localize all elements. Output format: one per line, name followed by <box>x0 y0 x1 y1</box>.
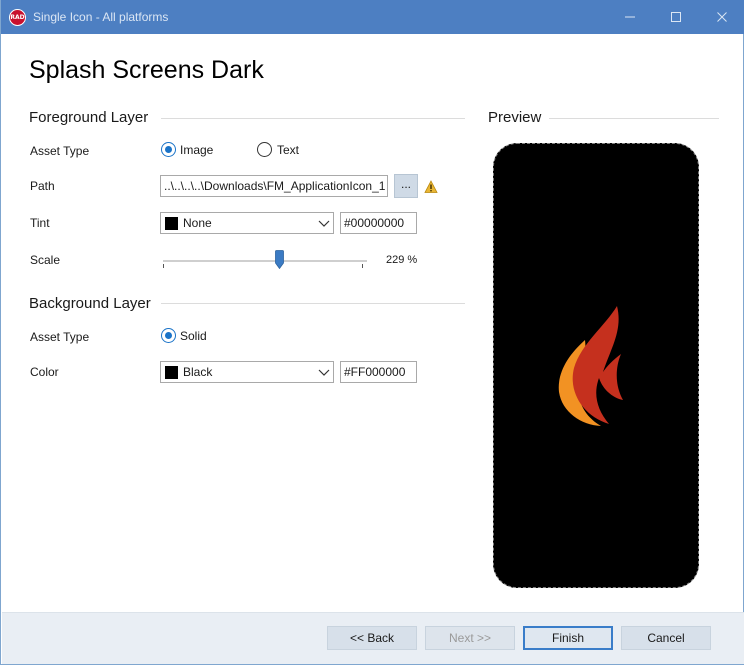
tint-color-swatch <box>165 217 178 230</box>
close-icon <box>717 12 727 22</box>
flame-icon <box>558 306 623 426</box>
scale-value: 229 % <box>386 254 418 266</box>
minimize-button[interactable] <box>607 0 653 34</box>
bg-asset-type-label: Asset Type <box>30 330 90 344</box>
wizard-footer: << Back Next >> Finish Cancel <box>2 612 744 664</box>
bg-color-name: Black <box>183 365 213 379</box>
asset-type-solid-radio[interactable] <box>161 328 176 343</box>
foreground-divider <box>161 118 465 119</box>
asset-type-text-label[interactable]: Text <box>277 143 299 157</box>
chevron-down-icon <box>318 369 330 376</box>
chevron-down-icon <box>318 220 330 227</box>
next-button[interactable]: Next >> <box>425 626 515 650</box>
finish-button[interactable]: Finish <box>523 626 613 650</box>
cancel-button[interactable]: Cancel <box>621 626 711 650</box>
bg-color-dropdown[interactable]: Black <box>160 361 334 383</box>
path-label: Path <box>30 179 55 193</box>
window-title: Single Icon - All platforms <box>33 10 169 24</box>
maximize-button[interactable] <box>653 0 699 34</box>
asset-type-text-radio[interactable] <box>257 142 272 157</box>
back-button[interactable]: << Back <box>327 626 417 650</box>
scale-slider-track[interactable] <box>163 260 367 262</box>
bg-color-swatch <box>165 366 178 379</box>
bg-color-label: Color <box>30 365 59 379</box>
browse-button[interactable]: ... <box>394 174 418 198</box>
tint-hex-input[interactable]: #00000000 <box>340 212 417 234</box>
warning-icon <box>424 180 438 193</box>
foreground-layer-header: Foreground Layer <box>29 109 149 126</box>
minimize-icon <box>625 16 635 18</box>
fg-asset-type-label: Asset Type <box>30 144 90 158</box>
scale-tick-start <box>163 264 164 268</box>
scale-slider-thumb[interactable] <box>274 250 284 269</box>
tint-label: Tint <box>30 216 50 230</box>
app-icon: RAD <box>9 9 26 26</box>
title-bar[interactable]: RAD Single Icon - All platforms <box>1 0 744 34</box>
wizard-window: RAD Single Icon - All platforms Splash S… <box>0 0 744 665</box>
scale-tick-end <box>362 264 363 268</box>
scale-label: Scale <box>30 253 61 267</box>
asset-type-solid-label[interactable]: Solid <box>180 329 207 343</box>
asset-type-image-label[interactable]: Image <box>180 143 213 157</box>
asset-type-image-radio[interactable] <box>161 142 176 157</box>
close-button[interactable] <box>699 0 744 34</box>
maximize-icon <box>671 12 681 22</box>
background-layer-header: Background Layer <box>29 295 151 312</box>
page-title: Splash Screens Dark <box>29 56 264 84</box>
tint-color-name: None <box>183 216 212 230</box>
preview-header: Preview <box>488 109 542 126</box>
bg-hex-input[interactable]: #FF000000 <box>340 361 417 383</box>
tint-color-dropdown[interactable]: None <box>160 212 334 234</box>
path-input[interactable]: ..\..\..\..\Downloads\FM_ApplicationIcon… <box>160 175 388 197</box>
background-divider <box>161 303 465 304</box>
preview-divider <box>549 118 719 119</box>
